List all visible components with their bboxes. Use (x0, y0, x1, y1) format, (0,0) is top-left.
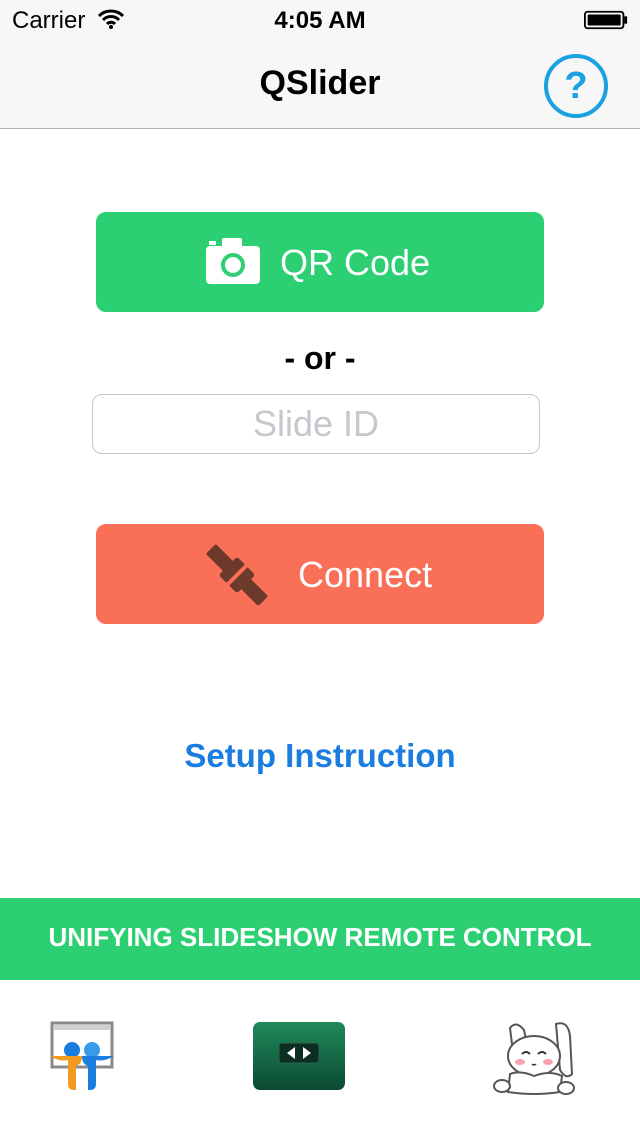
slide-remote-app-icon[interactable] (252, 1021, 346, 1091)
battery-icon (584, 10, 628, 30)
banner-text: UNIFYING SLIDESHOW REMOTE CONTROL (48, 922, 592, 952)
help-button[interactable]: ? (544, 54, 608, 118)
question-circle-icon: ? (564, 65, 588, 107)
connect-label: Connect (298, 554, 433, 595)
status-bar: Carrier 4:05 AM (0, 0, 640, 40)
slideshare-icon[interactable] (46, 1020, 118, 1092)
setup-instruction-link[interactable]: Setup Instruction (0, 737, 640, 775)
connect-button[interactable]: Connect (96, 524, 544, 624)
qr-code-label: QR Code (280, 242, 431, 283)
status-time: 4:05 AM (274, 7, 366, 34)
qr-code-button[interactable]: QR Code (96, 212, 544, 312)
camera-icon (206, 238, 260, 284)
slide-id-input[interactable] (92, 394, 540, 454)
or-separator: - or - (284, 340, 356, 376)
plug-icon (206, 544, 268, 606)
promo-banner[interactable]: UNIFYING SLIDESHOW REMOTE CONTROL (0, 898, 640, 980)
bunny-mascot-icon[interactable] (490, 1018, 582, 1096)
navigation-bar: QSlider ? (0, 40, 640, 129)
